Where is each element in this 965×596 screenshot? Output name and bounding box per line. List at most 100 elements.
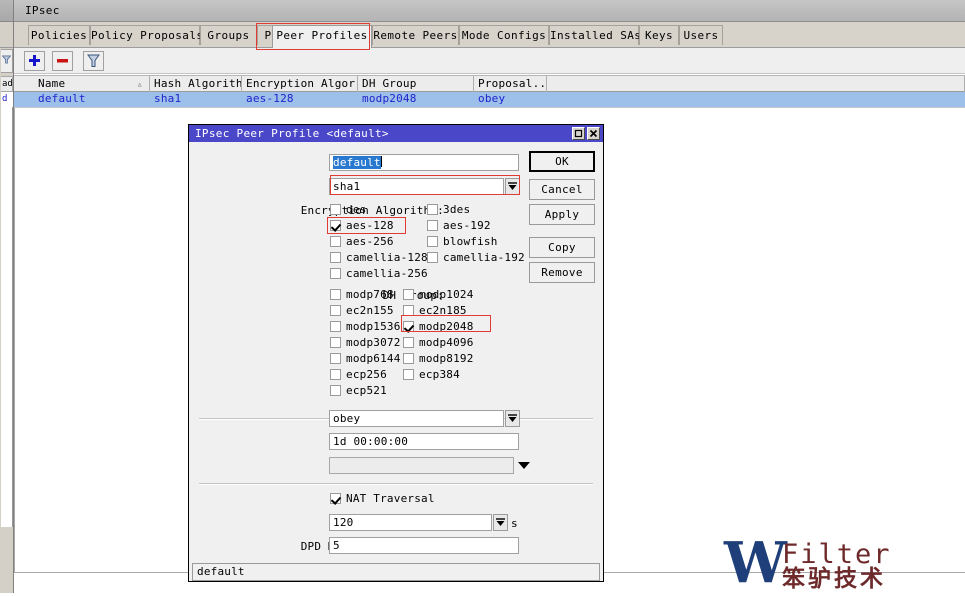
encryption-checkbox-aes-192[interactable]: aes-192 (427, 219, 491, 232)
cancel-button[interactable]: Cancel (529, 179, 595, 200)
column-header-encryption-algor[interactable]: Encryption Algor... (242, 76, 358, 92)
checkbox-label: modp1024 (419, 288, 474, 301)
background-window[interactable]: ad d (0, 0, 14, 593)
tab-remote-peers[interactable]: Remote Peers (372, 25, 459, 45)
column-header-hash-algorithms[interactable]: Hash Algorithms (150, 76, 242, 92)
dh-group-checkbox-ec2n185[interactable]: ec2n185 (403, 304, 467, 317)
column-header-dh-group[interactable]: DH Group (358, 76, 474, 92)
tab-label: Mode Configs (462, 29, 546, 42)
dh-group-checkbox-modp2048[interactable]: modp2048 (403, 320, 474, 333)
hash-algorithms-input[interactable]: sha1 (329, 178, 504, 195)
column-header-label: Name (38, 77, 65, 90)
encryption-checkbox-3des[interactable]: 3des (427, 203, 470, 216)
tab-installed-sas[interactable]: Installed SAs (549, 25, 639, 45)
restore-icon[interactable] (572, 127, 585, 140)
dh-group-checkbox-ecp521[interactable]: ecp521 (330, 384, 387, 397)
plus-icon (25, 52, 44, 70)
checkbox-label: 3des (443, 203, 470, 216)
checkbox-label: ecp521 (346, 384, 387, 397)
checkbox-label: camellia-256 (346, 267, 428, 280)
background-window-table-row[interactable]: d (1, 92, 13, 107)
encryption-checkbox-aes-256[interactable]: aes-256 (330, 235, 394, 248)
checkbox-box (403, 369, 414, 380)
dh-group-checkbox-ecp256[interactable]: ecp256 (330, 368, 387, 381)
encryption-checkbox-des[interactable]: des (330, 203, 366, 216)
button-label: Copy (548, 241, 576, 254)
dialog-title: IPsec Peer Profile <default> (195, 127, 389, 140)
column-header-proposal[interactable]: Proposal... (474, 76, 547, 92)
dpd-interval-spinner-button[interactable] (493, 514, 508, 531)
dpd-interval-unit: s (511, 517, 525, 530)
dialog-titlebar[interactable]: IPsec Peer Profile <default> (189, 125, 603, 142)
dh-group-checkbox-ecp384[interactable]: ecp384 (403, 368, 460, 381)
checkbox-box (403, 289, 414, 300)
background-window-toolbar[interactable] (1, 49, 13, 73)
checkbox-label: modp4096 (419, 336, 474, 349)
copy-button[interactable]: Copy (529, 237, 595, 258)
apply-button[interactable]: Apply (529, 204, 595, 225)
column-header-spacer[interactable] (547, 76, 965, 92)
dpd-interval-input[interactable]: 120 (329, 514, 492, 531)
checkbox-box (330, 220, 341, 231)
tab-mode-configs[interactable]: Mode Configs (459, 25, 549, 45)
dh-group-checkbox-modp3072[interactable]: modp3072 (330, 336, 401, 349)
lifebytes-dropdown-arrow[interactable] (518, 462, 530, 469)
table-cell: sha1 (150, 92, 242, 107)
encryption-checkbox-blowfish[interactable]: blowfish (427, 235, 498, 248)
restore-glyph (573, 128, 584, 139)
background-window-table-header: ad (1, 76, 13, 92)
checkbox-box (330, 204, 341, 215)
remove-button[interactable] (52, 51, 73, 71)
encryption-checkbox-aes-128[interactable]: aes-128 (330, 219, 394, 232)
hash-algorithms-dropdown-button[interactable] (505, 178, 520, 195)
tab-keys[interactable]: Keys (639, 25, 679, 45)
name-input[interactable]: default (329, 154, 519, 171)
encryption-checkbox-camellia-192[interactable]: camellia-192 (427, 251, 525, 264)
column-header-label: Proposal... (478, 77, 547, 90)
remove-button[interactable]: Remove (529, 262, 595, 283)
dh-group-checkbox-ec2n155[interactable]: ec2n155 (330, 304, 394, 317)
checkbox-box (330, 493, 341, 504)
window-left-border (14, 108, 15, 573)
lifebytes-input[interactable] (329, 457, 514, 474)
tab-groups[interactable]: Groups (200, 25, 257, 45)
dh-group-checkbox-modp6144[interactable]: modp6144 (330, 352, 401, 365)
chevron-down-icon (495, 517, 506, 528)
dh-group-checkbox-modp4096[interactable]: modp4096 (403, 336, 474, 349)
checkbox-label: camellia-192 (443, 251, 525, 264)
dh-group-checkbox-modp768[interactable]: modp768 (330, 288, 394, 301)
dh-group-checkbox-modp8192[interactable]: modp8192 (403, 352, 474, 365)
checkbox-box (330, 353, 341, 364)
background-window-titlebar (0, 0, 13, 22)
tab-policies[interactable]: Policies (28, 25, 90, 45)
ok-button[interactable]: OK (529, 151, 595, 172)
tab-label: Policies (31, 29, 87, 42)
tab-peer-profiles[interactable]: Peer Profiles (272, 25, 372, 48)
column-header-name[interactable]: Name▵ (34, 76, 150, 92)
button-label: Cancel (541, 183, 583, 196)
column-header-label: Encryption Algor... (246, 77, 358, 90)
text-caret (381, 156, 382, 167)
dpd-max-failures-input[interactable]: 5 (329, 537, 519, 554)
tab-label: Groups (207, 29, 249, 42)
close-icon[interactable] (587, 127, 600, 140)
add-button[interactable] (24, 51, 45, 71)
window-titlebar[interactable]: IPsec (14, 0, 965, 22)
lifetime-input[interactable]: 1d 00:00:00 (329, 433, 519, 450)
encryption-checkbox-camellia-256[interactable]: camellia-256 (330, 267, 428, 280)
encryption-checkbox-camellia-128[interactable]: camellia-128 (330, 251, 428, 264)
tab-users[interactable]: Users (679, 25, 723, 45)
tab-label: Keys (645, 29, 673, 42)
checkbox-label: modp2048 (419, 320, 474, 333)
proposal-check-input[interactable]: obey (329, 410, 504, 427)
funnel-icon (84, 52, 103, 70)
checkbox-box (427, 236, 438, 247)
tab-policy-proposals[interactable]: Policy Proposals (90, 25, 200, 45)
table-row[interactable]: defaultsha1aes-128modp2048obey (14, 92, 965, 107)
checkbox-label: ecp256 (346, 368, 387, 381)
proposal-check-dropdown-button[interactable] (505, 410, 520, 427)
filter-button[interactable] (83, 51, 104, 71)
nat-traversal-checkbox[interactable]: NAT Traversal (330, 492, 435, 505)
dh-group-checkbox-modp1536[interactable]: modp1536 (330, 320, 401, 333)
dh-group-checkbox-modp1024[interactable]: modp1024 (403, 288, 474, 301)
